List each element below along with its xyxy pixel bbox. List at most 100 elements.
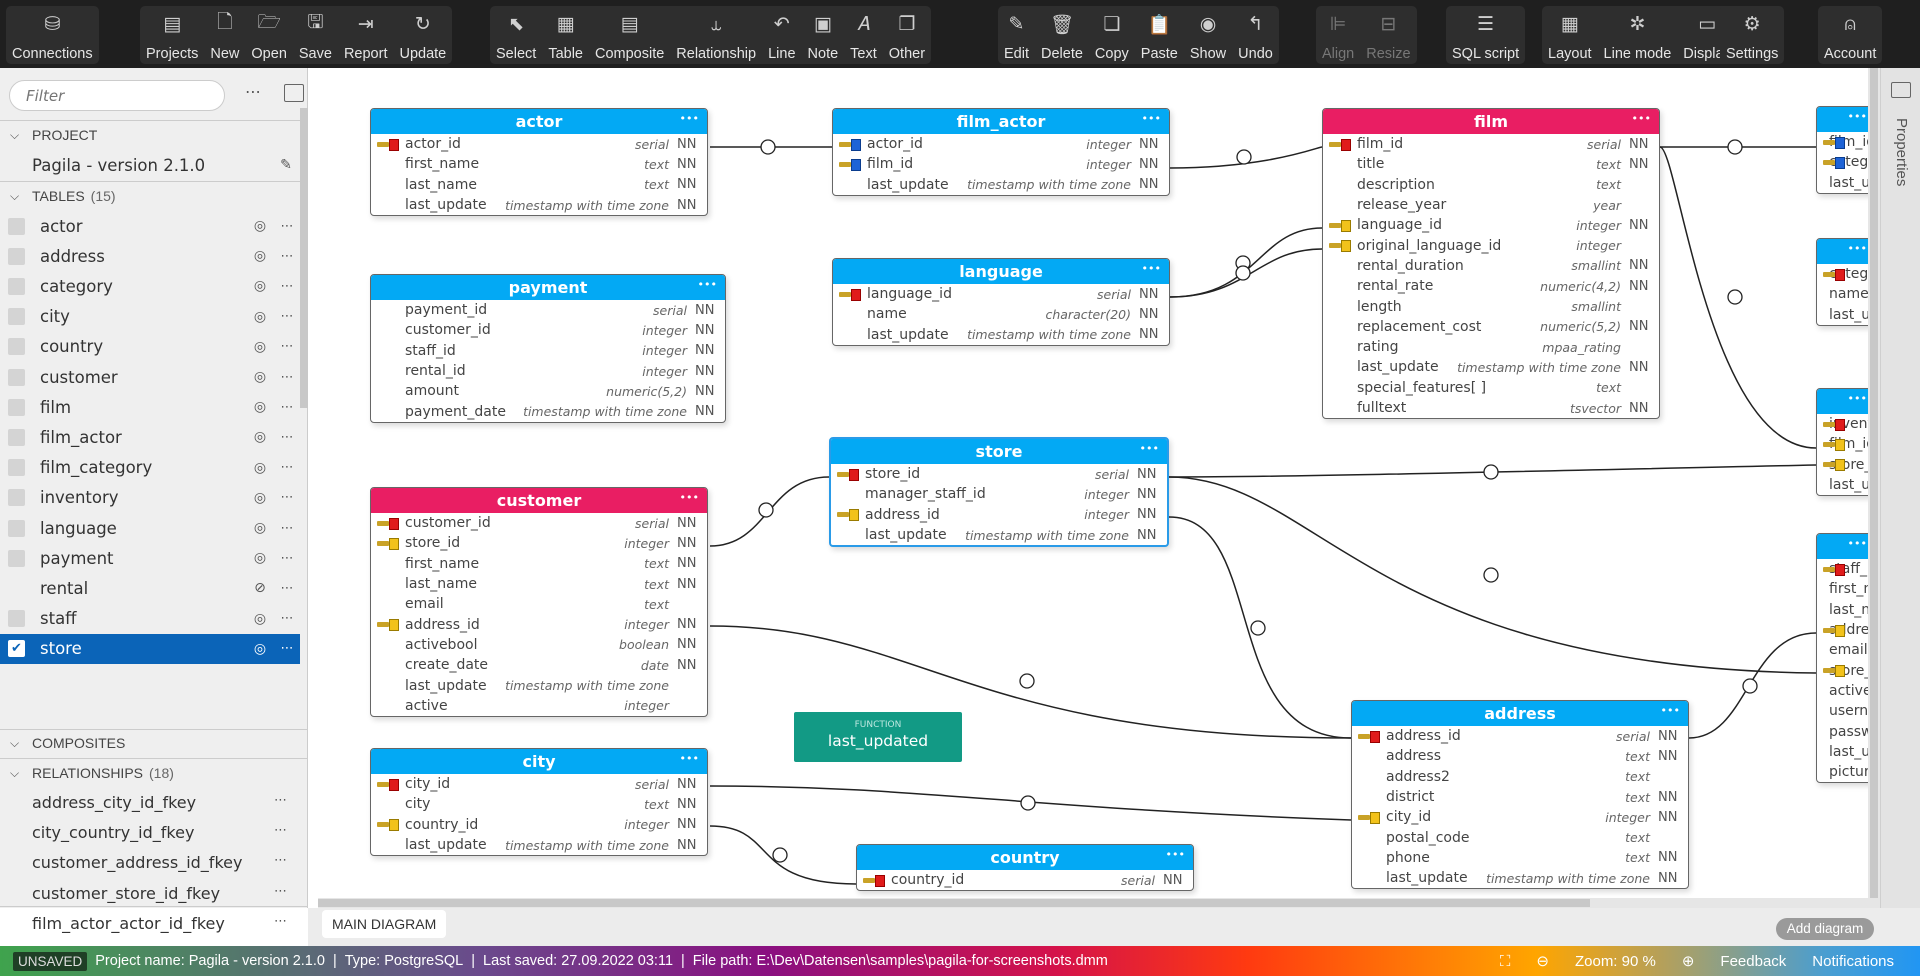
relationship-marker[interactable] — [1019, 673, 1035, 689]
table-header[interactable]: customer ••• — [371, 488, 707, 513]
more-icon[interactable]: ⋯ — [274, 793, 287, 808]
column-row[interactable]: city_id serial NN — [371, 774, 707, 794]
column-row[interactable]: first_name — [1817, 579, 1868, 599]
column-row[interactable]: film_id — [1817, 132, 1868, 152]
layout-button[interactable]: ▦ Layout — [1542, 6, 1598, 64]
column-row[interactable]: rental_rate numeric(4,2) NN — [1323, 276, 1659, 296]
column-row[interactable]: last_update timestamp with time zone NN — [371, 195, 707, 215]
column-row[interactable]: email text — [371, 594, 707, 614]
resize-button[interactable]: ⊟ Resize — [1360, 6, 1416, 64]
table-payment[interactable]: payment ••• payment_id serial NN customer_id i… — [370, 274, 726, 423]
relationship-marker[interactable] — [760, 139, 776, 155]
column-row[interactable]: city_id integer NN — [1352, 807, 1688, 827]
column-row[interactable]: last_update timestamp with time zone NN — [833, 175, 1169, 195]
eye-icon[interactable]: ◎ — [246, 339, 274, 355]
table-category[interactable]: ••• category_idname last_update — [1816, 238, 1868, 326]
column-row[interactable]: phone text NN — [1352, 848, 1688, 868]
eye-icon[interactable]: ◎ — [246, 641, 274, 657]
column-row[interactable]: address_id — [1817, 620, 1868, 640]
table-menu-icon[interactable]: ••• — [1848, 534, 1867, 556]
report-button[interactable]: ⇥ Report — [338, 6, 394, 64]
column-row[interactable]: inventory_id — [1817, 414, 1868, 434]
sidebar-table-item[interactable]: ✔ store ◎ ⋯ — [0, 633, 300, 664]
more-icon[interactable]: ⋯ — [274, 430, 300, 445]
scrollbar-thumb[interactable] — [1870, 68, 1878, 898]
more-icon[interactable]: ⋯ — [274, 521, 300, 536]
sidebar-table-item[interactable]: country ◎ ⋯ — [0, 332, 300, 362]
column-row[interactable]: country_id serial NN — [857, 870, 1193, 890]
edit-button[interactable]: ✎ Edit — [998, 6, 1035, 64]
checkbox[interactable] — [8, 247, 25, 265]
eye-hidden-icon[interactable]: ⊘ — [246, 580, 274, 596]
sidebar-table-item[interactable]: language ◎ ⋯ — [0, 513, 300, 543]
checkbox[interactable] — [8, 338, 25, 356]
diagram-canvas[interactable]: actor ••• actor_id serial NN first_name text NN… — [318, 68, 1868, 900]
feedback-link[interactable]: Feedback — [1720, 953, 1786, 970]
column-row[interactable]: store_id — [1817, 455, 1868, 475]
column-row[interactable]: rating mpaa_rating — [1323, 337, 1659, 357]
column-row[interactable]: release_year year — [1323, 195, 1659, 215]
sidebar-table-item[interactable]: inventory ◎ ⋯ — [0, 483, 300, 513]
relationship-button[interactable]: ⥿ Relationship — [670, 6, 762, 64]
table-menu-icon[interactable]: ••• — [1140, 439, 1159, 461]
column-row[interactable]: password — [1817, 721, 1868, 741]
column-row[interactable]: last_name text NN — [371, 175, 707, 195]
line-mode-button[interactable]: ✲ Line mode — [1598, 6, 1678, 64]
column-row[interactable]: last_name — [1817, 600, 1868, 620]
column-row[interactable]: address text NN — [1352, 746, 1688, 766]
column-row[interactable]: payment_id serial NN — [371, 300, 725, 320]
table-address[interactable]: address ••• address_id serial NN address text N… — [1351, 700, 1689, 890]
select-button[interactable]: ⬉ Select — [490, 6, 542, 64]
table-menu-icon[interactable]: ••• — [1166, 845, 1185, 867]
table-menu-icon[interactable]: ••• — [1142, 259, 1161, 281]
relationship-marker[interactable] — [1250, 620, 1266, 636]
relationship-marker[interactable] — [758, 502, 774, 518]
sidebar-table-item[interactable]: film ◎ ⋯ — [0, 392, 300, 422]
tab-main-diagram[interactable]: MAIN DIAGRAM — [322, 910, 447, 938]
table-header[interactable]: ••• — [1817, 107, 1868, 132]
more-icon[interactable]: ⋯ — [274, 339, 300, 354]
sql-script-button[interactable]: ☰ SQL script — [1446, 6, 1525, 64]
sidebar-table-item[interactable]: film_category ◎ ⋯ — [0, 453, 300, 483]
table-film[interactable]: film ••• film_id serial NN title text NN descrip… — [1322, 108, 1660, 420]
table-menu-icon[interactable]: ••• — [1632, 109, 1651, 131]
eye-icon[interactable]: ◎ — [246, 369, 274, 385]
column-row[interactable]: picture — [1817, 762, 1868, 782]
table-menu-icon[interactable]: ••• — [1848, 389, 1867, 411]
more-icon[interactable]: ⋯ — [274, 279, 300, 294]
sidebar-scrollbar[interactable] — [300, 108, 308, 408]
checkbox[interactable] — [8, 610, 25, 628]
more-icon[interactable]: ⋯ — [274, 581, 300, 596]
column-row[interactable]: film_id — [1817, 434, 1868, 454]
fullscreen-icon[interactable]: ⛶ — [1500, 953, 1511, 970]
table-store[interactable]: store ••• store_id serial NN manager_staff_id… — [829, 437, 1169, 548]
eye-icon[interactable]: ◎ — [246, 550, 274, 566]
line-button[interactable]: ↶ Line — [762, 6, 801, 64]
projects-button[interactable]: ▤ Projects — [140, 6, 204, 64]
filter-input[interactable] — [9, 80, 225, 111]
column-row[interactable]: actor_id serial NN — [371, 134, 707, 154]
table-header[interactable]: country ••• — [857, 845, 1193, 870]
table-language[interactable]: language ••• language_id serial NN name charac… — [832, 258, 1170, 346]
column-row[interactable]: first_name text NN — [371, 154, 707, 174]
more-icon[interactable]: ⋯ — [274, 370, 300, 385]
open-button[interactable]: 🗁 Open — [245, 6, 292, 64]
table-actor[interactable]: actor ••• actor_id serial NN first_name text NN… — [370, 108, 708, 217]
relationship-marker[interactable] — [1236, 149, 1252, 165]
more-icon[interactable]: ⋯ — [274, 914, 287, 929]
column-row[interactable]: username — [1817, 701, 1868, 721]
checkbox[interactable] — [8, 489, 25, 507]
copy-button[interactable]: ❏ Copy — [1089, 6, 1135, 64]
table-menu-icon[interactable]: ••• — [1142, 109, 1161, 131]
more-icon[interactable]: ⋯ — [274, 249, 300, 264]
column-row[interactable]: category_id — [1817, 264, 1868, 284]
show-button[interactable]: ◉ Show — [1184, 6, 1232, 64]
relationship-item[interactable]: city_country_id_fkey — [32, 823, 194, 842]
column-row[interactable]: last_update timestamp with time zone NN — [831, 525, 1167, 545]
column-row[interactable]: name — [1817, 284, 1868, 304]
more-icon[interactable]: ⋯ — [274, 551, 300, 566]
column-row[interactable]: manager_staff_id integer NN — [831, 484, 1167, 504]
column-row[interactable]: active integer — [371, 696, 707, 716]
table-menu-icon[interactable]: ••• — [698, 275, 717, 297]
table-button[interactable]: ▦ Table — [542, 6, 589, 64]
